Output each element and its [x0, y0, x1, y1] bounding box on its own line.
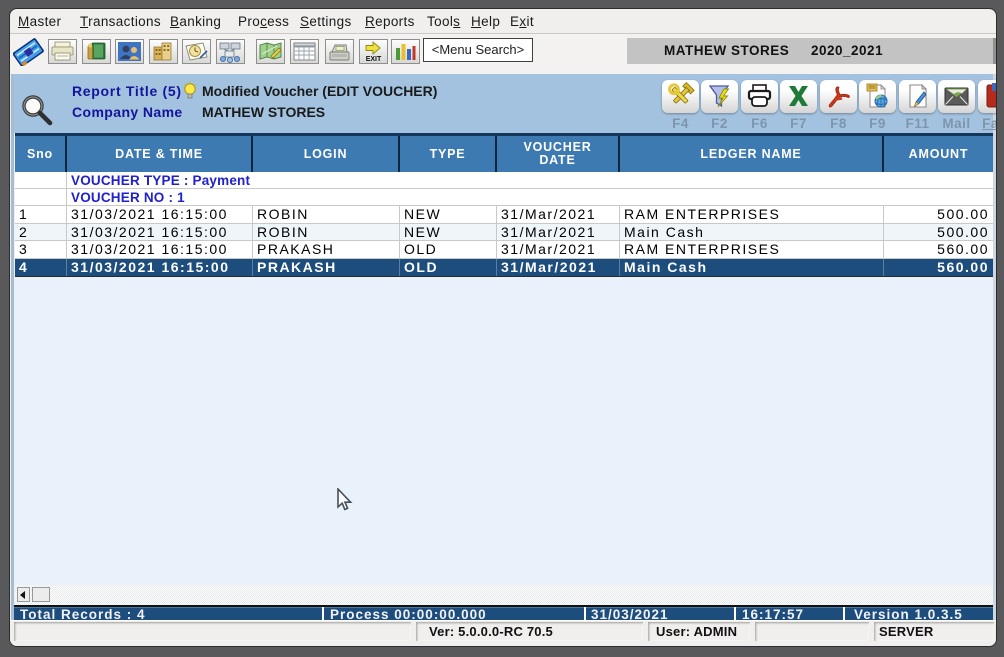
svg-text:EXIT: EXIT: [366, 56, 382, 63]
